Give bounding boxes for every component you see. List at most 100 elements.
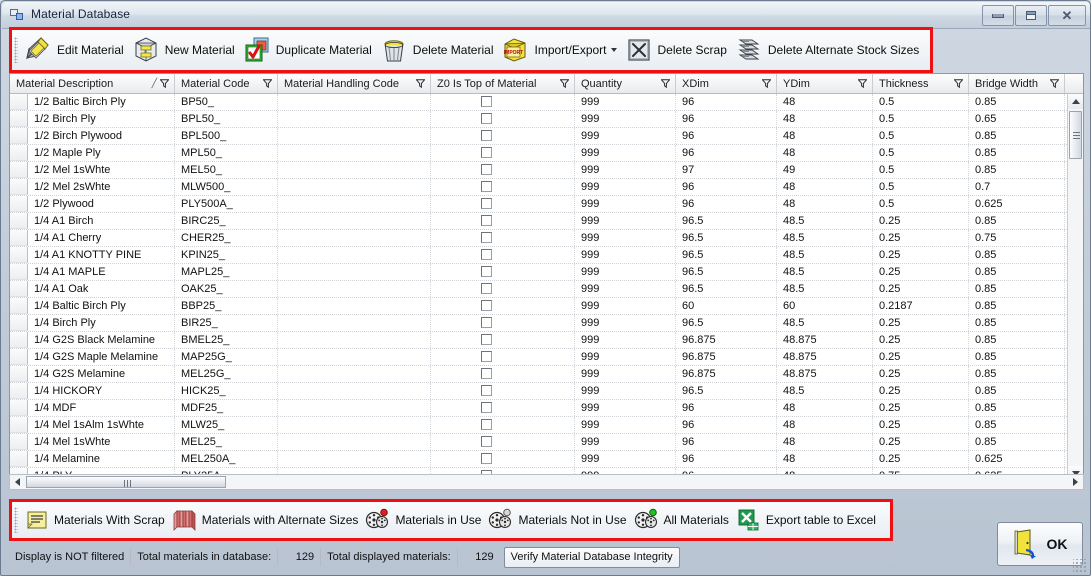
row-selector[interactable] — [10, 162, 28, 178]
filter-funnel-icon[interactable] — [160, 79, 169, 88]
cell-z0-is-top-of-material[interactable] — [431, 366, 575, 382]
z0-checkbox[interactable] — [481, 147, 492, 158]
z0-checkbox[interactable] — [481, 266, 492, 277]
row-selector[interactable] — [10, 349, 28, 365]
cell-z0-is-top-of-material[interactable] — [431, 213, 575, 229]
ok-button[interactable]: OK — [997, 522, 1083, 566]
row-selector[interactable] — [10, 94, 28, 110]
table-row[interactable]: 1/4 A1 MAPLE MAPL25_ 999 96.5 48.5 0.25 0.85 — [10, 264, 1083, 281]
z0-checkbox[interactable] — [481, 402, 492, 413]
filter-funnel-icon[interactable] — [263, 79, 272, 88]
vertical-scroll-thumb[interactable] — [1069, 111, 1082, 159]
table-row[interactable]: 1/2 Baltic Birch Ply BP50_ 999 96 48 0.5 0.85 — [10, 94, 1083, 111]
z0-checkbox[interactable] — [481, 453, 492, 464]
table-row[interactable]: 1/4 Birch Ply BIR25_ 999 96.5 48.5 0.25 0.85 — [10, 315, 1083, 332]
z0-checkbox[interactable] — [481, 164, 492, 175]
row-selector[interactable] — [10, 281, 28, 297]
table-row[interactable]: 1/4 G2S Maple Melamine MAP25G_ 999 96.875 48… — [10, 349, 1083, 366]
filter-funnel-icon[interactable] — [416, 79, 425, 88]
cell-z0-is-top-of-material[interactable] — [431, 162, 575, 178]
cell-z0-is-top-of-material[interactable] — [431, 264, 575, 280]
table-row[interactable]: 1/4 Melamine MEL250A_ 999 96 48 0.25 0.625 — [10, 451, 1083, 468]
table-row[interactable]: 1/4 Mel 1sWhte MEL25_ 999 96 48 0.25 0.85 — [10, 434, 1083, 451]
minimize-button[interactable] — [982, 5, 1014, 26]
row-selector[interactable] — [10, 230, 28, 246]
cell-z0-is-top-of-material[interactable] — [431, 349, 575, 365]
scroll-right-button[interactable] — [1068, 475, 1083, 489]
row-selector[interactable] — [10, 128, 28, 144]
column-header-quantity[interactable]: Quantity — [575, 74, 676, 93]
cell-z0-is-top-of-material[interactable] — [431, 230, 575, 246]
cell-z0-is-top-of-material[interactable] — [431, 400, 575, 416]
scroll-left-button[interactable] — [10, 475, 25, 489]
column-header-xdim[interactable]: XDim — [676, 74, 777, 93]
row-selector[interactable] — [10, 247, 28, 263]
column-header-bridge-width[interactable]: Bridge Width — [969, 74, 1065, 93]
table-row[interactable]: 1/2 Maple Ply MPL50_ 999 96 48 0.5 0.85 — [10, 145, 1083, 162]
z0-checkbox[interactable] — [481, 436, 492, 447]
row-selector[interactable] — [10, 196, 28, 212]
table-row[interactable]: 1/4 A1 Birch BIRC25_ 999 96.5 48.5 0.25 0.85 — [10, 213, 1083, 230]
row-selector[interactable] — [10, 417, 28, 433]
z0-checkbox[interactable] — [481, 317, 492, 328]
cell-z0-is-top-of-material[interactable] — [431, 179, 575, 195]
z0-checkbox[interactable] — [481, 283, 492, 294]
z0-checkbox[interactable] — [481, 215, 492, 226]
cell-z0-is-top-of-material[interactable] — [431, 332, 575, 348]
filter-funnel-icon[interactable] — [560, 79, 569, 88]
cell-z0-is-top-of-material[interactable] — [431, 94, 575, 110]
z0-checkbox[interactable] — [481, 181, 492, 192]
window-resize-grip[interactable] — [1073, 559, 1087, 573]
cell-z0-is-top-of-material[interactable] — [431, 451, 575, 467]
z0-checkbox[interactable] — [481, 334, 492, 345]
z0-checkbox[interactable] — [481, 385, 492, 396]
row-selector[interactable] — [10, 400, 28, 416]
grid-horizontal-scrollbar[interactable] — [9, 474, 1084, 490]
z0-checkbox[interactable] — [481, 249, 492, 260]
filter-funnel-icon[interactable] — [1050, 79, 1059, 88]
table-row[interactable]: 1/4 Baltic Birch Ply BBP25_ 999 60 60 0.2187 0… — [10, 298, 1083, 315]
filter-funnel-icon[interactable] — [661, 79, 670, 88]
row-selector[interactable] — [10, 366, 28, 382]
row-selector[interactable] — [10, 383, 28, 399]
cell-z0-is-top-of-material[interactable] — [431, 434, 575, 450]
scroll-up-button[interactable] — [1068, 94, 1083, 109]
z0-checkbox[interactable] — [481, 198, 492, 209]
column-header-z0-is-top-of-material[interactable]: Z0 Is Top of Material — [431, 74, 575, 93]
cell-z0-is-top-of-material[interactable] — [431, 298, 575, 314]
row-selector[interactable] — [10, 264, 28, 280]
z0-checkbox[interactable] — [481, 96, 492, 107]
cell-z0-is-top-of-material[interactable] — [431, 128, 575, 144]
z0-checkbox[interactable] — [481, 351, 492, 362]
maximize-button[interactable] — [1015, 5, 1047, 26]
z0-checkbox[interactable] — [481, 300, 492, 311]
row-selector[interactable] — [10, 434, 28, 450]
row-selector[interactable] — [10, 111, 28, 127]
cell-z0-is-top-of-material[interactable] — [431, 383, 575, 399]
table-row[interactable]: 1/4 A1 KNOTTY PINE KPIN25_ 999 96.5 48.5 0.25… — [10, 247, 1083, 264]
z0-checkbox[interactable] — [481, 113, 492, 124]
z0-checkbox[interactable] — [481, 130, 492, 141]
table-row[interactable]: 1/4 HICKORY HICK25_ 999 96.5 48.5 0.25 0.85 — [10, 383, 1083, 400]
column-header-material-description[interactable]: Material Description ╱ — [10, 74, 175, 93]
row-selector[interactable] — [10, 298, 28, 314]
filter-funnel-icon[interactable] — [858, 79, 867, 88]
column-header-material-handling-code[interactable]: Material Handling Code — [278, 74, 431, 93]
z0-checkbox[interactable] — [481, 368, 492, 379]
table-row[interactable]: 1/4 G2S Black Melamine BMEL25_ 999 96.875 48… — [10, 332, 1083, 349]
row-selector[interactable] — [10, 451, 28, 467]
filter-funnel-icon[interactable] — [762, 79, 771, 88]
table-row[interactable]: 1/4 MDF MDF25_ 999 96 48 0.25 0.85 — [10, 400, 1083, 417]
table-row[interactable]: 1/4 A1 Oak OAK25_ 999 96.5 48.5 0.25 0.85 — [10, 281, 1083, 298]
table-row[interactable]: 1/2 Mel 1sWhte MEL50_ 999 97 49 0.5 0.85 — [10, 162, 1083, 179]
column-header-ydim[interactable]: YDim — [777, 74, 873, 93]
z0-checkbox[interactable] — [481, 419, 492, 430]
cell-z0-is-top-of-material[interactable] — [431, 281, 575, 297]
table-row[interactable]: 1/4 Mel 1sAlm 1sWhte MLW25_ 999 96 48 0.25 0.8… — [10, 417, 1083, 434]
cell-z0-is-top-of-material[interactable] — [431, 247, 575, 263]
cell-z0-is-top-of-material[interactable] — [431, 196, 575, 212]
table-row[interactable]: 1/2 Birch Plywood BPL500_ 999 96 48 0.5 0.85 — [10, 128, 1083, 145]
row-selector[interactable] — [10, 179, 28, 195]
cell-z0-is-top-of-material[interactable] — [431, 145, 575, 161]
cell-z0-is-top-of-material[interactable] — [431, 417, 575, 433]
